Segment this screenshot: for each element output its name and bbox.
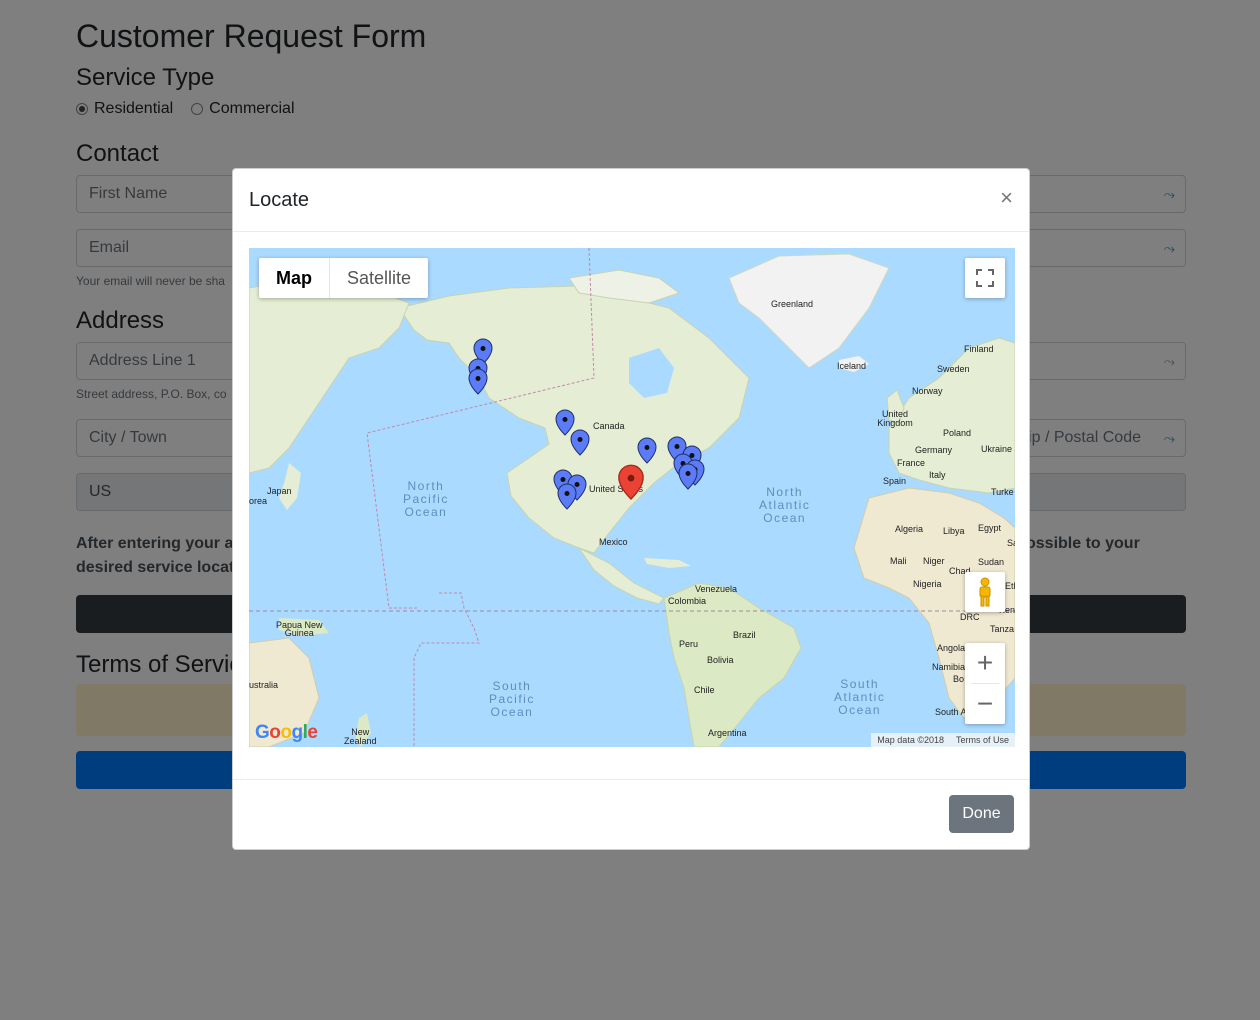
modal-footer-divider	[233, 779, 1029, 780]
location-marker[interactable]	[637, 437, 657, 464]
location-marker[interactable]	[555, 409, 575, 436]
zoom-control: + −	[965, 643, 1005, 724]
map-data-attribution: Map data ©2018	[877, 735, 944, 745]
location-marker[interactable]	[468, 368, 488, 395]
map-type-control: Map Satellite	[259, 258, 429, 298]
location-marker[interactable]	[678, 463, 698, 490]
location-marker[interactable]	[557, 483, 577, 510]
fullscreen-button[interactable]	[965, 258, 1005, 298]
modal-title: Locate	[249, 189, 310, 211]
pegman-icon	[979, 577, 991, 607]
modal-header-divider	[233, 231, 1029, 232]
terms-of-use-link[interactable]: Terms of Use	[956, 735, 1009, 745]
zoom-in-button[interactable]: +	[965, 643, 1005, 683]
map-type-satellite[interactable]: Satellite	[330, 258, 428, 298]
close-icon[interactable]: ×	[1000, 187, 1013, 209]
location-marker[interactable]	[570, 429, 590, 456]
done-button[interactable]: Done	[949, 795, 1014, 833]
fullscreen-icon	[976, 269, 994, 287]
map-markers-layer	[468, 338, 705, 510]
map-attribution: Map data ©2018 Terms of Use	[871, 733, 1015, 747]
map-canvas[interactable]: Greenland Iceland Finland Sweden Norway …	[249, 248, 1015, 747]
map-type-map[interactable]: Map	[259, 258, 329, 298]
locate-modal: Locate × Greenland Iceland Finland Swede…	[232, 168, 1030, 850]
street-view-pegman-button[interactable]	[965, 572, 1005, 612]
google-logo: Google	[255, 722, 318, 743]
zoom-out-button[interactable]: −	[965, 684, 1005, 724]
selected-location-marker[interactable]	[618, 464, 644, 500]
